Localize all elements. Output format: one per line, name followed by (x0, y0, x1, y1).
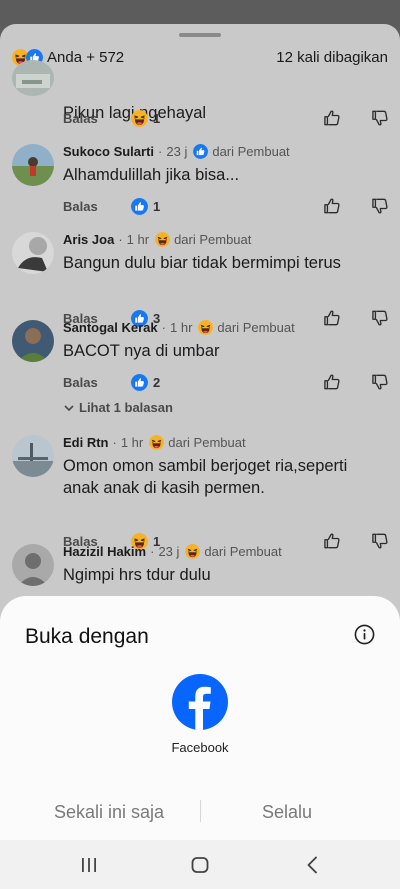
haha-emoji-icon (185, 544, 200, 559)
comments-sheet: Anda + 572 12 kali dibagikan Pikun lagi … (0, 24, 400, 644)
downvote-icon[interactable] (370, 372, 390, 392)
status-area (0, 0, 400, 26)
back-icon[interactable] (302, 854, 324, 876)
facebook-app-option[interactable]: Facebook (150, 674, 250, 755)
author-reaction-badge: dari Pembuat (212, 144, 290, 159)
author-reaction-badge: dari Pembuat (168, 435, 246, 450)
reply-button[interactable]: Balas (63, 375, 131, 390)
upvote-icon[interactable] (322, 108, 342, 128)
comment-text: Alhamdulillah jika bisa... (63, 166, 240, 184)
comment-time: 1 hr (170, 320, 193, 335)
reaction-count[interactable]: 1 (131, 110, 160, 127)
shares-count[interactable]: 12 kali dibagikan (276, 49, 388, 66)
system-navigation-bar (0, 840, 400, 889)
haha-emoji-icon (149, 435, 164, 450)
reaction-count[interactable]: 1 (131, 198, 160, 215)
downvote-icon[interactable] (370, 531, 390, 551)
reaction-count[interactable]: 2 (131, 374, 160, 391)
dialog-title: Buka dengan (25, 625, 149, 648)
home-icon[interactable] (189, 854, 211, 876)
comment-text: Bangun dulu biar tidak bermimpi terus (63, 254, 341, 272)
comment-text: BACOT nya di umbar (63, 342, 220, 360)
haha-emoji-icon (198, 320, 213, 335)
commenter-name[interactable]: Edi Rtn (63, 435, 109, 450)
open-with-dialog: Buka dengan Facebook Sekali ini saja Sel… (0, 596, 400, 840)
downvote-icon[interactable] (370, 108, 390, 128)
avatar[interactable] (12, 544, 54, 586)
avatar[interactable] (12, 232, 54, 274)
info-icon[interactable] (354, 624, 375, 645)
comment-time: 1 hr (120, 435, 144, 450)
commenter-name[interactable]: Aris Joa (63, 232, 114, 247)
comment-text: Ngimpi hrs tdur dulu (63, 566, 211, 584)
divider (200, 800, 201, 822)
like-reaction-icon (131, 374, 148, 391)
upvote-icon[interactable] (322, 308, 342, 328)
upvote-icon[interactable] (322, 531, 342, 551)
sheet-grabber[interactable] (179, 33, 221, 37)
upvote-icon[interactable] (322, 372, 342, 392)
downvote-icon[interactable] (370, 196, 390, 216)
comment-time: 23 j (158, 544, 180, 559)
avatar[interactable] (12, 435, 54, 477)
avatar[interactable] (12, 60, 54, 96)
commenter-name[interactable]: Santogal Kerak (63, 320, 158, 335)
just-once-button[interactable]: Sekali ini saja (54, 802, 164, 823)
author-reaction-badge: dari Pembuat (217, 320, 295, 335)
like-reaction-icon (193, 144, 208, 159)
haha-emoji-icon (155, 232, 170, 247)
always-button[interactable]: Selalu (262, 802, 312, 823)
upvote-icon[interactable] (322, 196, 342, 216)
recents-icon[interactable] (78, 854, 100, 876)
reactions-header: Anda + 572 12 kali dibagikan (12, 46, 388, 68)
avatar[interactable] (12, 144, 54, 186)
comment-time: 23 j (166, 144, 188, 159)
author-reaction-badge: dari Pembuat (204, 544, 282, 559)
author-reaction-badge: dari Pembuat (174, 232, 252, 247)
downvote-icon[interactable] (370, 308, 390, 328)
haha-emoji-icon (131, 110, 148, 127)
commenter-name[interactable]: Sukoco Sularti (63, 144, 154, 159)
comment-text: Omon omon sambil berjoget ria,seperti an… (63, 457, 348, 497)
facebook-logo-icon (172, 674, 228, 730)
reactions-count: Anda + 572 (47, 48, 125, 66)
reply-button[interactable]: Balas (63, 199, 131, 214)
app-label: Facebook (171, 740, 229, 755)
avatar[interactable] (12, 320, 54, 362)
see-replies-link[interactable]: Lihat 1 balasan (63, 400, 173, 415)
like-reaction-icon (131, 198, 148, 215)
reply-button[interactable]: Balas (63, 111, 131, 126)
commenter-name[interactable]: Hazizil Hakim (63, 544, 146, 559)
comment-time: 1 hr (126, 232, 150, 247)
chevron-down-icon (64, 404, 74, 411)
